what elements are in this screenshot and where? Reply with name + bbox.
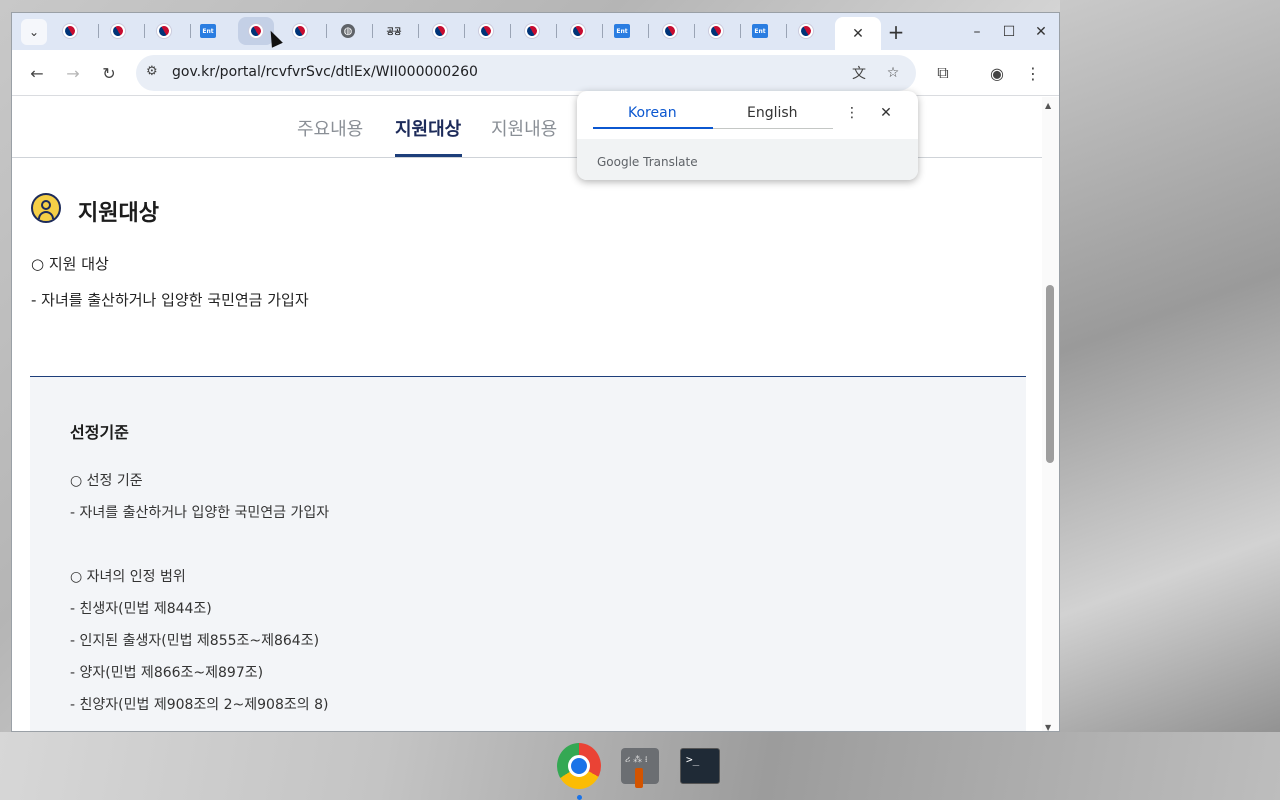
tab[interactable] (698, 17, 734, 45)
scroll-thumb[interactable] (1046, 285, 1054, 463)
criteria-line: - 양자(민법 제866조~제897조) (70, 665, 264, 681)
taskbar-chrome[interactable] (557, 743, 601, 789)
back-button[interactable]: ← (24, 60, 50, 86)
criteria-line: - 인지된 출생자(민법 제855조~제864조) (70, 633, 320, 649)
korea-gov-favicon-icon (796, 21, 816, 41)
address-bar[interactable]: ⚙ gov.kr/portal/rcvfvrSvc/dtlEx/WII00000… (136, 55, 916, 91)
menu-kebab-icon[interactable]: ⋮ (1020, 60, 1046, 86)
korea-gov-favicon-icon (154, 21, 174, 41)
extensions-icon[interactable]: ⧉ (930, 60, 956, 86)
tab[interactable] (146, 17, 182, 45)
taskbar-tool-app[interactable]: ሪ ⁂ ᎒ (618, 744, 662, 788)
chevron-down-icon: ⌄ (28, 25, 40, 39)
minimize-button[interactable]: – (964, 19, 990, 45)
target-heading: ○ 지원 대상 (31, 255, 109, 273)
close-tab-icon[interactable]: ✕ (852, 26, 864, 42)
active-app-indicator (577, 795, 582, 800)
translate-tab-korean[interactable]: Korean (628, 105, 677, 121)
tab-main-content[interactable]: 주요내용 (297, 115, 363, 141)
google-translate-logo: Google Translate (597, 155, 698, 169)
translate-footer: Google Translate (577, 139, 918, 180)
tab[interactable]: Ent (604, 17, 640, 45)
tab[interactable] (652, 17, 688, 45)
bookmark-star-icon[interactable]: ☆ (882, 62, 904, 84)
close-window-button[interactable]: ✕ (1028, 19, 1054, 45)
korea-gov-favicon-icon (568, 21, 588, 41)
tab[interactable]: Ent (190, 17, 226, 45)
translate-active-underline (593, 127, 713, 129)
tab[interactable] (100, 17, 136, 45)
site-info-icon[interactable]: ⚙ (146, 64, 158, 79)
chrome-icon (557, 743, 601, 789)
profile-icon[interactable]: ◉ (984, 60, 1010, 86)
reload-icon: ↻ (102, 63, 116, 83)
translate-icon[interactable]: 文 (848, 62, 870, 84)
tab-search-button[interactable]: ⌄ (21, 19, 47, 45)
scroll-up-icon[interactable]: ▲ (1045, 101, 1051, 110)
desktop-background (1060, 0, 1280, 800)
page-scrollbar[interactable]: ▲ ▼ (1042, 97, 1059, 731)
tab-support-content[interactable]: 지원내용 (491, 115, 557, 141)
forward-button[interactable]: → (60, 60, 86, 86)
tab[interactable]: ◍ (330, 17, 366, 45)
criteria-line: - 자녀를 출산하거나 입양한 국민연금 가입자 (70, 505, 330, 521)
browser-toolbar: ← → ↻ ⚙ gov.kr/portal/rcvfvrSvc/dtlEx/WI… (12, 50, 1059, 96)
criteria-title: 선정기준 (70, 423, 129, 442)
arrow-left-icon: ← (30, 63, 44, 83)
criteria-line: ○ 선정 기준 (70, 473, 143, 489)
person-icon (31, 193, 61, 223)
tab[interactable] (422, 17, 458, 45)
korea-gov-favicon-icon (60, 21, 80, 41)
target-description: - 자녀를 출산하거나 입양한 국민연금 가입자 (31, 291, 309, 309)
korea-gov-favicon-icon (522, 21, 542, 41)
tab[interactable] (560, 17, 596, 45)
translate-popup: Korean English ⋮ ✕ Google Translate (577, 91, 918, 180)
tab[interactable]: Ent (742, 17, 778, 45)
scroll-down-icon[interactable]: ▼ (1045, 723, 1051, 731)
korea-gov-favicon-icon (430, 21, 450, 41)
tab[interactable] (514, 17, 550, 45)
active-tab-underline (395, 154, 462, 157)
blue-site-favicon-icon: Ent (200, 24, 216, 38)
active-tab[interactable]: ✕ (835, 17, 881, 50)
tab[interactable] (788, 17, 824, 45)
translate-tab-english[interactable]: English (747, 105, 798, 121)
criteria-line: ○ 자녀의 인정 범위 (70, 569, 186, 585)
tab-strip: ⌄ Ent ◍ 공공 Ent Ent ✕ + – ☐ ✕ (12, 13, 1059, 50)
blue-site-favicon-icon: Ent (614, 24, 630, 38)
section-title: 지원대상 (78, 201, 159, 226)
blue-site-favicon-icon: Ent (752, 24, 768, 38)
korea-gov-favicon-icon (660, 21, 680, 41)
maximize-button[interactable]: ☐ (996, 19, 1022, 45)
korea-gov-favicon-icon (706, 21, 726, 41)
arrow-right-icon: → (66, 63, 80, 83)
criteria-line: - 친생자(민법 제844조) (70, 601, 212, 617)
url-text[interactable]: gov.kr/portal/rcvfvrSvc/dtlEx/WII0000002… (172, 64, 478, 80)
reload-button[interactable]: ↻ (96, 60, 122, 86)
text-favicon-icon: 공공 (386, 26, 402, 36)
tab[interactable] (282, 17, 318, 45)
korea-gov-favicon-icon (108, 21, 128, 41)
tab[interactable] (52, 17, 88, 45)
tab[interactable] (468, 17, 504, 45)
tab[interactable]: 공공 (376, 17, 412, 45)
tab-support-target[interactable]: 지원대상 (395, 115, 461, 141)
korea-gov-favicon-icon (476, 21, 496, 41)
korea-gov-favicon-icon (290, 21, 310, 41)
globe-icon: ◍ (341, 24, 355, 38)
translate-options-icon[interactable]: ⋮ (842, 103, 862, 123)
browser-window: ⌄ Ent ◍ 공공 Ent Ent ✕ + – ☐ ✕ ← → ↻ ⚙ gov… (11, 12, 1060, 732)
translate-close-icon[interactable]: ✕ (876, 103, 896, 123)
tool-app-icon: ሪ ⁂ ᎒ (621, 748, 659, 788)
criteria-line: - 친양자(민법 제908조의 2~제908조의 8) (70, 697, 329, 713)
new-tab-button[interactable]: + (882, 18, 910, 46)
taskbar-terminal[interactable]: >_ (678, 744, 722, 788)
page-content: 주요내용 지원대상 지원내용 지원대상 ○ 지원 대상 - 자녀를 출산하거나 … (12, 97, 1042, 731)
korea-gov-favicon-icon (246, 21, 266, 41)
terminal-icon: >_ (680, 748, 720, 784)
